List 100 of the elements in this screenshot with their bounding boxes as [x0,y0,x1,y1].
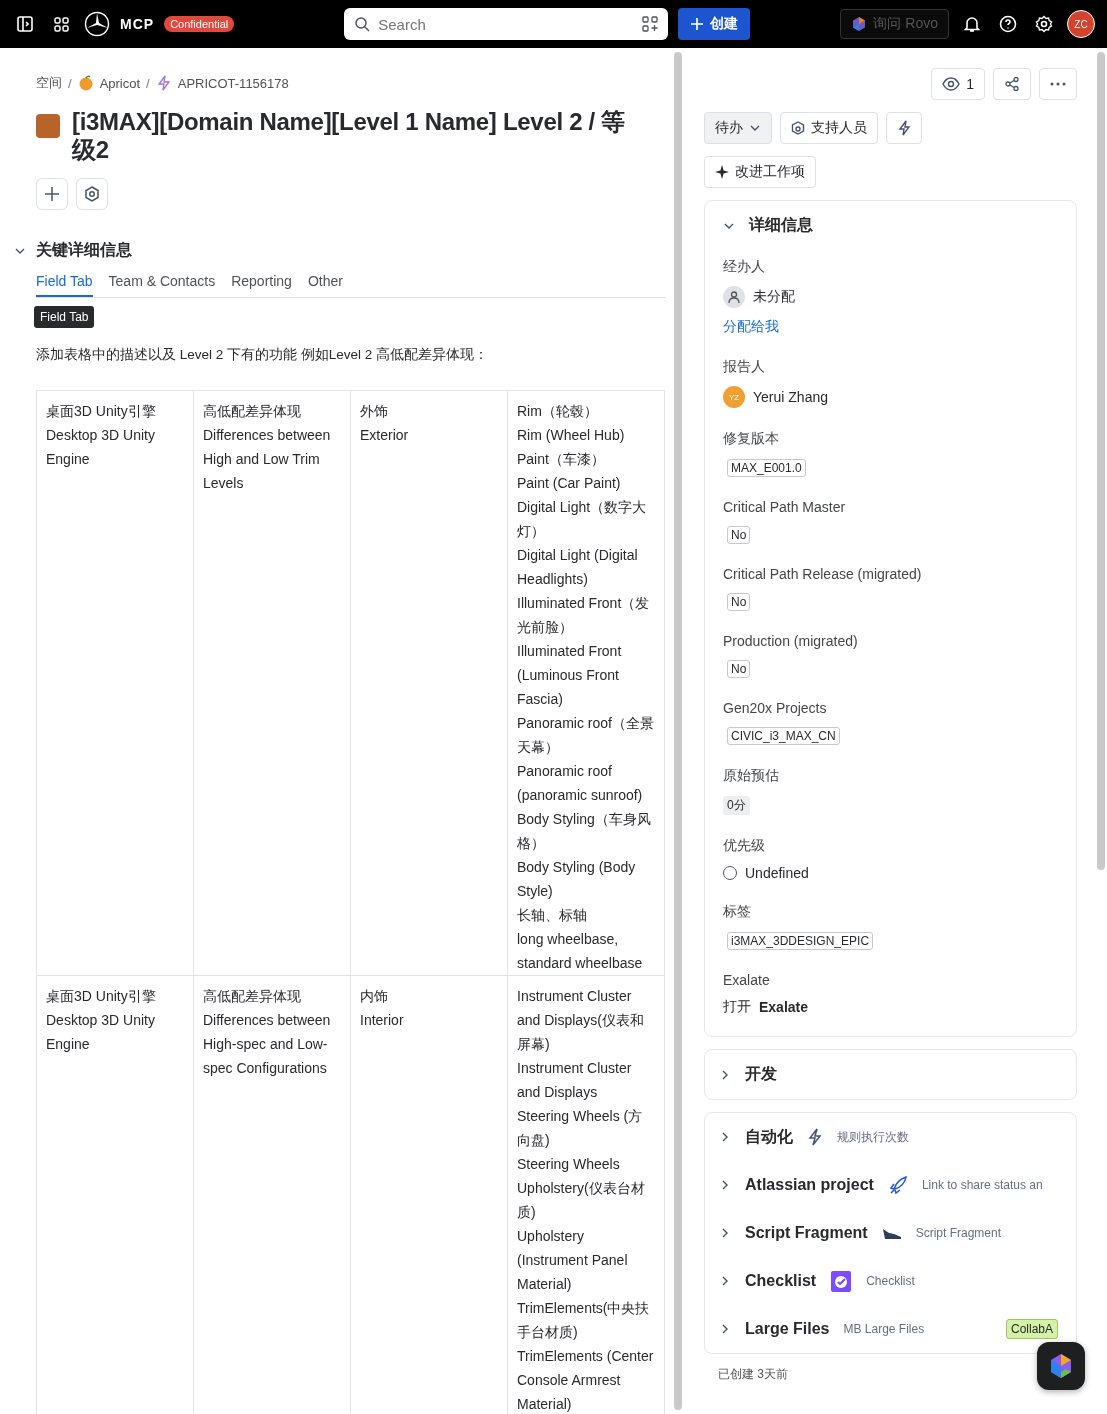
cell-line: Differences between High and Low Trim Levels [203,426,332,493]
cell-line: 长轴、标轴 [517,906,588,925]
shoe-icon [881,1226,902,1240]
app-caption: Script Fragment [915,1226,1002,1240]
add-button[interactable] [36,178,68,210]
details-heading: 详细信息 [749,215,813,235]
cell-line: Body Styling（车身风格） [517,810,652,853]
cell-line: Exterior [360,426,410,445]
cell-line: Interior [360,1011,405,1030]
tab[interactable]: Other [307,273,343,297]
cell-line: Paint（车漆） [517,450,606,469]
checklist-icon [830,1269,853,1293]
cell-line: Desktop 3D Unity Engine [46,426,156,469]
app-title: 自动化 [745,1126,793,1147]
field-label: Critical Path Release (migrated) [723,566,923,582]
cell-line: Paint (Car Paint) [517,474,622,493]
exalate-link[interactable]: 打开 Exalate [723,998,1058,1016]
tag: CIVIC_i3_MAX_CN [727,727,840,745]
cell-line: TrimElements (Center Console Armrest Material) [517,1347,655,1414]
breadcrumb-link[interactable]: APRICOT-1156178 [177,75,289,91]
field-label: Gen20x Projects [723,700,828,716]
tag: No [727,593,751,611]
field-label: 修复版本 [723,430,780,448]
hexagon-icon [791,121,805,135]
support-button[interactable]: 支持人员 [780,112,878,144]
estimate-lozenge: 0分 [723,796,750,815]
app-caption: 规则执行次数 [837,1128,909,1146]
cell-line: Rim（轮毂） [517,402,599,421]
cell-line: Steering Wheels [517,1155,621,1174]
apps-button[interactable] [76,178,108,210]
rovo-chat-button[interactable] [1037,1342,1085,1390]
scrollbar[interactable] [674,52,682,1410]
panel-title: 开发 [745,1064,777,1084]
share-icon [1004,76,1020,92]
tab[interactable]: Team & Contacts [108,273,216,297]
more-icon [1050,82,1066,86]
assignee-value: 未分配 [753,288,795,306]
plus-icon [690,17,705,31]
cell-line: Body Styling (Body Style) [517,858,637,901]
cell-line: Steering Wheels (方向盘) [517,1107,644,1150]
field-label: 标签 [723,903,752,921]
app-title: Atlassian project [745,1176,874,1194]
cell-line: Rim (Wheel Hub) [517,426,626,445]
tag: i3MAX_3DDESIGN_EPIC [727,932,874,950]
field-label: 优先级 [723,837,766,855]
field-label: Exalate [723,972,771,988]
breadcrumb-separator: / [146,75,150,91]
description-text: 添加表格中的描述以及 Level 2 下有的功能 例如Level 2 高低配差异体现： [36,346,490,364]
sparkle-icon [715,165,729,179]
search-field[interactable]: Search [344,8,669,40]
reporter-name: Yerui Zhang [753,389,828,405]
grid-plus-icon[interactable] [642,16,659,32]
tab[interactable]: Field Tab [36,273,93,297]
star-logo-icon [84,11,110,37]
app-caption: Checklist [866,1274,915,1288]
cell-line: 高低配差异体现 [203,987,302,1006]
automation-button[interactable] [886,112,922,144]
cell-line: 桌面3D Unity引擎 [46,402,157,421]
breadcrumb-link[interactable]: 空间 [36,74,62,92]
watchers-button[interactable]: 1 [931,68,985,100]
create-button[interactable]: 创建 [678,8,751,40]
tooltip: Field Tab [34,306,95,328]
search-icon [354,16,371,32]
development-panel[interactable]: 开发 [704,1049,1077,1100]
cell-line: Instrument Cluster and Displays(仪表和屏幕) [517,987,645,1054]
cell-line: Digital Light（数字大灯） [517,498,648,541]
eye-icon [942,77,961,91]
hexagon-icon [84,186,100,202]
cell-line: Differences between High-spec and Low-spec Configurations [203,1011,332,1078]
app-title: Checklist [745,1272,817,1290]
app-caption: Link to share status an [921,1178,1043,1192]
cell-line: Upholstery (Instrument Panel Material) [517,1227,629,1294]
cell-line: 外饰 [360,402,389,421]
cell-line: 桌面3D Unity引擎 [46,987,157,1006]
tab[interactable]: Reporting [231,273,292,297]
cell-line: TrimElements(中央扶手台材质) [517,1299,651,1342]
field-label: Critical Path Master [723,499,847,515]
section-title: 关键详细信息 [36,240,132,260]
cell-line: 高低配差异体现 [203,402,302,421]
issue-type-icon [36,114,60,138]
user-avatar[interactable]: ZC [1067,10,1095,38]
tag: MAX_E001.0 [727,459,806,477]
cell-line: Digital Light (Digital Headlights) [517,546,639,589]
plus-icon [44,186,60,202]
breadcrumb-separator: / [68,75,72,91]
improve-work-item-button[interactable]: 改进工作项 [704,156,816,188]
cell-line: Panoramic roof (panoramic sunroof) [517,762,644,805]
confidential-badge: Confidential [164,16,235,32]
app-caption: MB Large Files [843,1322,925,1336]
peach-icon [77,75,94,91]
scrollbar[interactable] [1097,52,1105,870]
lightning-icon [897,120,911,136]
share-button[interactable] [993,68,1031,100]
status-button[interactable]: 待办 [704,112,772,144]
assign-to-me-link[interactable]: 分配给我 [723,318,1058,336]
lightning-icon [155,75,172,91]
breadcrumb-link[interactable]: Apricot [99,75,141,91]
app-title: Large Files [745,1320,830,1338]
rocket-icon [887,1175,908,1195]
app-badge: CollabA [1005,1319,1058,1339]
